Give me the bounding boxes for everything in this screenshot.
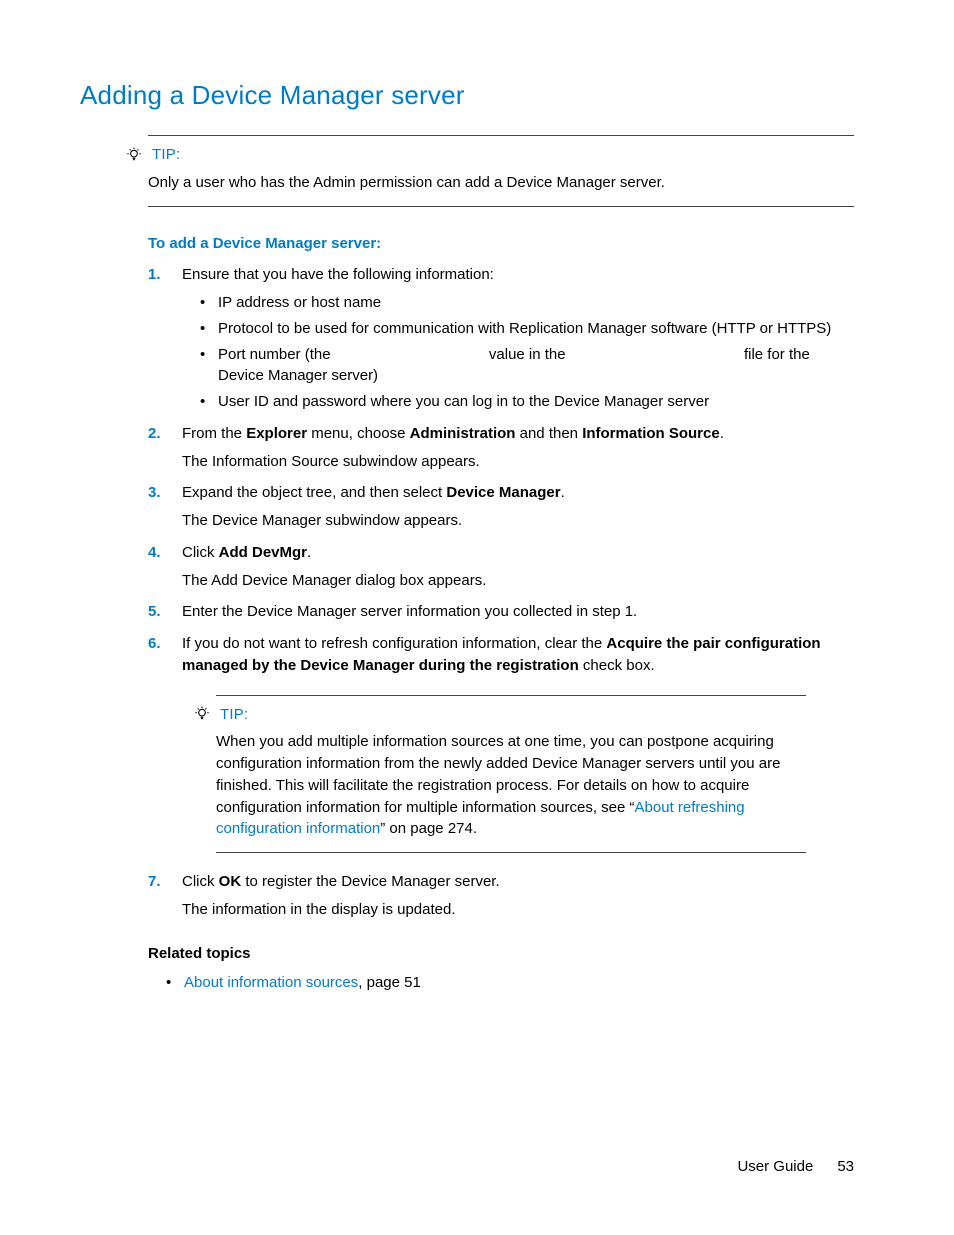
step-3-note: The Device Manager subwindow appears. xyxy=(182,510,854,532)
step-1: Ensure that you have the following infor… xyxy=(148,264,854,413)
bullet-userid: User ID and password where you can log i… xyxy=(200,391,854,413)
page-title: Adding a Device Manager server xyxy=(80,80,864,111)
content-body: TIP: Only a user who has the Admin permi… xyxy=(148,135,854,994)
bullet-port: Port number (the value in the file for t… xyxy=(200,344,854,388)
step-6: If you do not want to refresh configurat… xyxy=(148,633,854,853)
related-topics-heading: Related topics xyxy=(148,943,854,965)
tip-label: TIP: xyxy=(152,144,180,166)
step-5-text: Enter the Device Manager server informat… xyxy=(182,603,637,620)
bullet-ip: IP address or host name xyxy=(200,292,854,314)
lightbulb-icon xyxy=(126,147,142,163)
step-1-sublist: IP address or host name Protocol to be u… xyxy=(200,292,854,413)
steps-list: Ensure that you have the following infor… xyxy=(148,264,854,920)
page-footer: User Guide 53 xyxy=(737,1158,854,1175)
step-2-note: The Information Source subwindow appears… xyxy=(182,451,854,473)
step-4-note: The Add Device Manager dialog box appear… xyxy=(182,570,854,592)
tip-label: TIP: xyxy=(220,704,248,726)
step-7: Click OK to register the Device Manager … xyxy=(148,871,854,921)
related-item: About information sources, page 51 xyxy=(166,972,854,994)
tip-block-1: TIP: Only a user who has the Admin permi… xyxy=(148,135,854,207)
step-3: Expand the object tree, and then select … xyxy=(148,482,854,532)
procedure-heading: To add a Device Manager server: xyxy=(148,233,854,255)
tip-header: TIP: xyxy=(216,704,806,726)
lightbulb-icon xyxy=(194,706,210,722)
tip-block-2: TIP: When you add multiple information s… xyxy=(216,695,806,854)
tip-body-text: Only a user who has the Admin permission… xyxy=(148,172,854,194)
footer-label: User Guide xyxy=(737,1158,813,1175)
step-4: Click Add DevMgr. The Add Device Manager… xyxy=(148,542,854,592)
page-number: 53 xyxy=(837,1158,854,1175)
related-topics-list: About information sources, page 51 xyxy=(166,972,854,994)
step-2: From the Explorer menu, choose Administr… xyxy=(148,423,854,473)
step-text: Ensure that you have the following infor… xyxy=(182,266,494,283)
step-7-note: The information in the display is update… xyxy=(182,899,854,921)
tip-header: TIP: xyxy=(148,144,854,166)
tip-body-text: When you add multiple information source… xyxy=(216,731,806,840)
link-info-sources[interactable]: About information sources xyxy=(184,974,358,991)
bullet-protocol: Protocol to be used for communication wi… xyxy=(200,318,854,340)
step-5: Enter the Device Manager server informat… xyxy=(148,601,854,623)
page: Adding a Device Manager server xyxy=(0,0,954,1235)
